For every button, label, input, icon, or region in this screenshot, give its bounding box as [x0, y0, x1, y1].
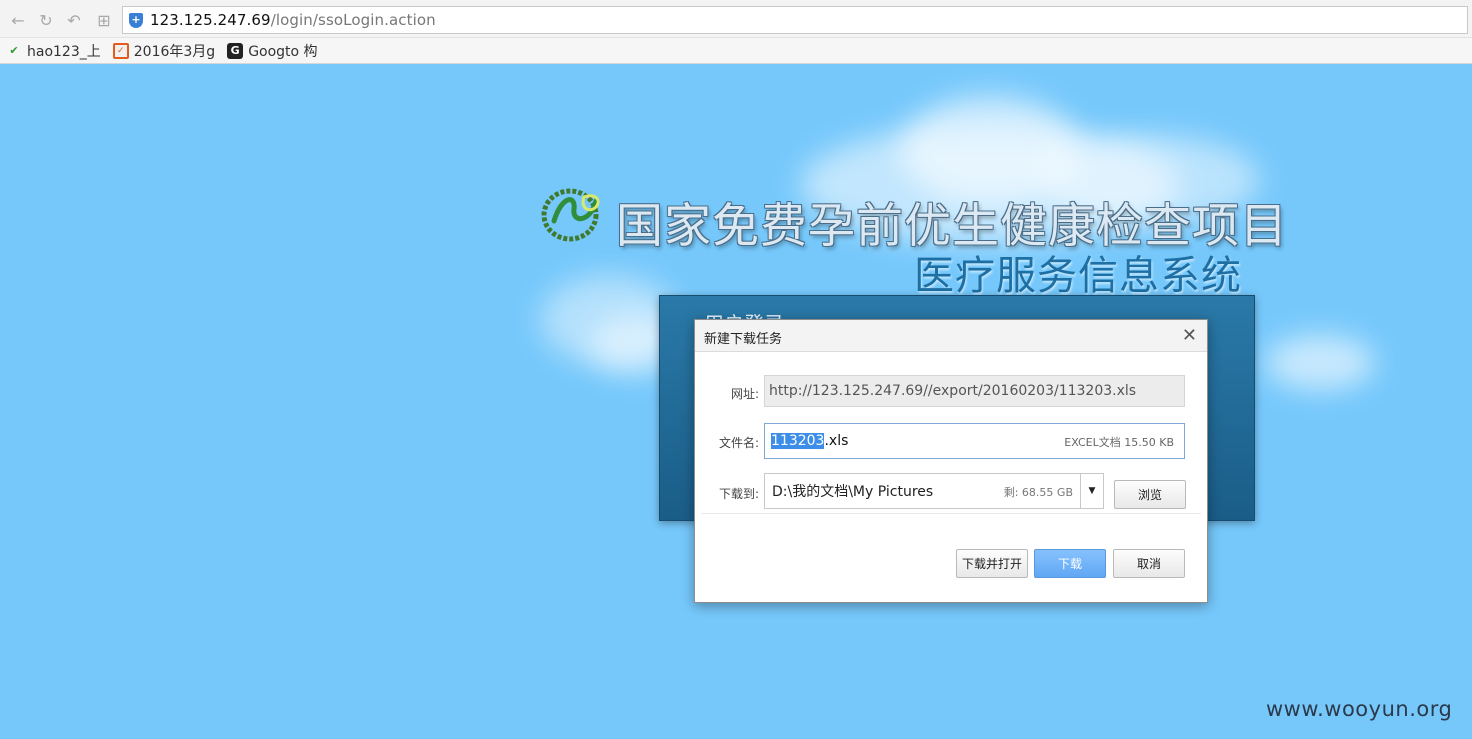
- hao123-icon: ✔: [9, 44, 19, 57]
- save-path-value: D:\我的文档\My Pictures: [772, 484, 934, 500]
- saveto-label: 下载到:: [718, 487, 759, 501]
- dialog-title: 新建下载任务: [704, 332, 783, 347]
- filename-input[interactable]: 113203 .xls EXCEL文档 15.50 KB: [764, 423, 1185, 459]
- download-dialog: 新建下载任务 ✕ 网址: http://123.125.247.69//expo…: [694, 319, 1208, 603]
- bookmark-label: hao123_上: [27, 43, 101, 60]
- program-emblem-icon: [541, 188, 600, 242]
- undo-close-icon[interactable]: ↶: [64, 10, 84, 30]
- back-icon[interactable]: ←: [8, 10, 28, 30]
- googto-icon: G: [227, 42, 244, 59]
- download-button[interactable]: 下载: [1034, 549, 1106, 578]
- download-url-value: http://123.125.247.69//export/20160203/1…: [769, 383, 1137, 399]
- site-header: 国家免费孕前优生健康检查项目 医疗服务信息系统: [540, 183, 1310, 303]
- filename-extension: .xls: [824, 433, 849, 449]
- refresh-icon[interactable]: ↻: [36, 10, 56, 30]
- security-shield-icon: +: [129, 12, 143, 28]
- browser-toolbar: ← ↻ ↶ ⊞ + 123.125.247.69/login/ssoLogin.…: [0, 0, 1472, 38]
- bookmark-hao123[interactable]: ✔ hao123_上: [6, 41, 101, 61]
- dropdown-arrow-icon[interactable]: ▼: [1080, 474, 1103, 508]
- dialog-titlebar[interactable]: 新建下载任务 ✕: [695, 320, 1207, 352]
- filename-selected-text: 113203: [771, 433, 825, 449]
- watermark: www.wooyun.org: [1266, 697, 1453, 721]
- free-space: 剩: 68.55 GB: [1003, 486, 1073, 499]
- filename-label: 文件名:: [718, 436, 759, 450]
- cancel-button[interactable]: 取消: [1113, 549, 1185, 578]
- dialog-separator: [701, 513, 1201, 514]
- address-bar[interactable]: + 123.125.247.69/login/ssoLogin.action: [122, 6, 1468, 34]
- url-label: 网址:: [730, 387, 759, 401]
- apps-grid-icon[interactable]: ⊞: [94, 10, 114, 30]
- calendar-icon: ✓: [112, 42, 129, 59]
- bookmark-label: Googto 构: [248, 43, 318, 60]
- bookmark-label: 2016年3月g: [133, 43, 216, 60]
- bookmark-calendar[interactable]: ✓ 2016年3月g: [112, 41, 216, 61]
- bookmarks-bar: ✔ hao123_上 ✓ 2016年3月g G Googto 构: [0, 38, 1472, 64]
- site-subtitle: 医疗服务信息系统: [914, 253, 1242, 299]
- file-type-size: EXCEL文档 15.50 KB: [1064, 436, 1174, 449]
- save-path-select[interactable]: D:\我的文档\My Pictures 剩: 68.55 GB ▼: [764, 473, 1104, 509]
- browse-button[interactable]: 浏览: [1114, 480, 1186, 509]
- download-and-open-button[interactable]: 下载并打开: [956, 549, 1028, 578]
- download-url-field[interactable]: http://123.125.247.69//export/20160203/1…: [764, 375, 1185, 407]
- cloud-decoration: [1265, 335, 1375, 390]
- close-icon[interactable]: ✕: [1182, 325, 1197, 346]
- url-text: 123.125.247.69/login/ssoLogin.action: [150, 11, 436, 29]
- bookmark-googto[interactable]: G Googto 构: [227, 41, 318, 61]
